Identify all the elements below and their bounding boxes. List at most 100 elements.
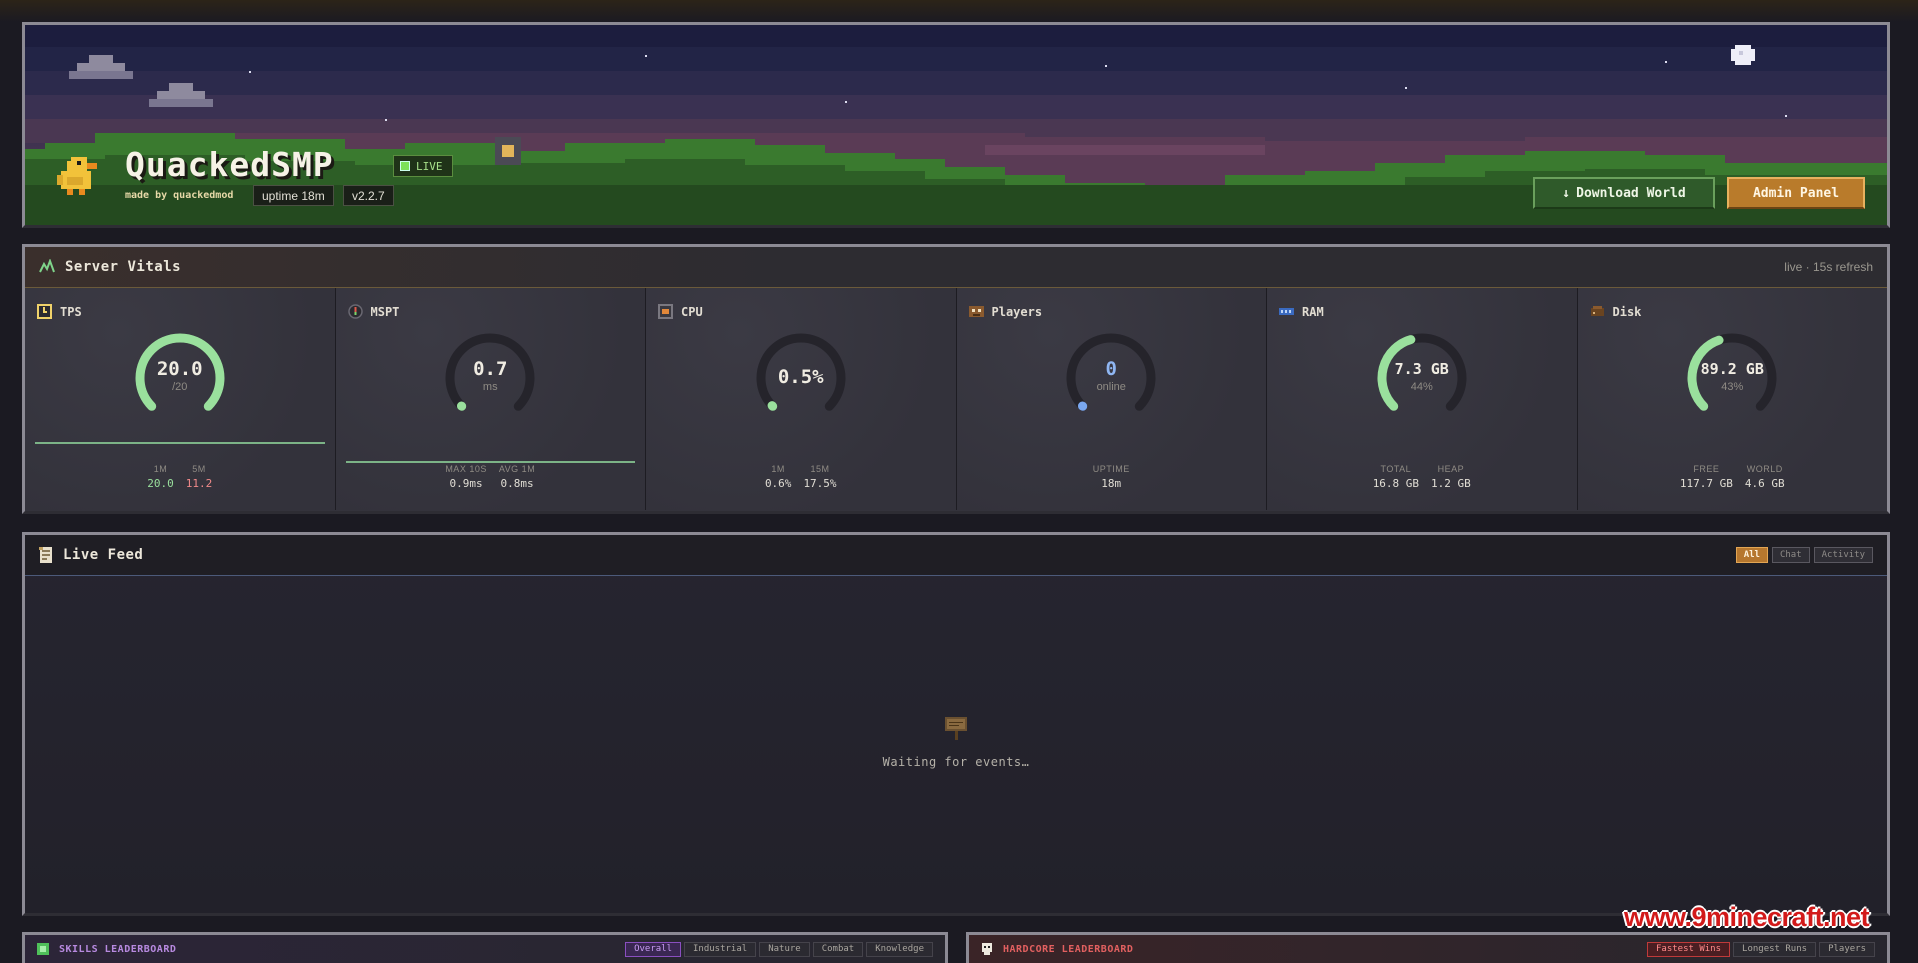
download-arrow-icon: ↓ [1562, 185, 1571, 201]
gauge-value-players: 0 [1105, 358, 1117, 380]
vital-card-players: Players 0 online UPTIME 18m [956, 288, 1267, 510]
stats-mspt: MAX 10S 0.9ms AVG 1M 0.8ms [336, 464, 646, 490]
feed-filters: All Chat Activity [1735, 547, 1873, 563]
hardcore-leaderboard-panel: HARDCORE LEADERBOARD Fastest Wins Longes… [966, 932, 1890, 963]
skills-leaderboard-title: SKILLS LEADERBOARD [59, 943, 177, 955]
hardcore-tab-players[interactable]: Players [1819, 941, 1875, 957]
gauge-sub-players: online [1096, 381, 1126, 393]
vital-label-tps: TPS [37, 304, 82, 319]
feed-scroll-icon [39, 547, 52, 563]
live-feed-panel: Live Feed All Chat Activity Waiting for … [22, 532, 1890, 916]
signpost-icon [945, 717, 967, 740]
admin-panel-button[interactable]: Admin Panel [1727, 177, 1865, 209]
gauge-value-tps: 20.0 [156, 358, 203, 380]
skills-gem-icon [37, 943, 49, 955]
gauge-value-mspt: 0.7 [473, 358, 508, 380]
gauge-sub-mspt: ms [482, 381, 498, 393]
hardcore-leaderboard-tabs: Fastest Wins Longest Runs Players [1647, 941, 1875, 957]
vitals-pulse-icon [39, 259, 55, 273]
stat-ram-heap: HEAP 1.2 GB [1431, 464, 1471, 490]
gauge-value-ram: 7.3 GB [1394, 360, 1449, 378]
vital-card-tps: TPS 20.0 /20 1M 20.0 5M 11.2 [25, 288, 336, 510]
stats-players: UPTIME 18m [957, 464, 1267, 490]
server-vitals-panel: Server Vitals live · 15s refresh TPS 20.… [22, 244, 1890, 514]
vital-label-cpu: CPU [658, 304, 703, 319]
vitals-grid: TPS 20.0 /20 1M 20.0 5M 11.2 MSPT 0.7 ms… [25, 288, 1887, 510]
gauge-disk [1687, 333, 1777, 411]
gauge-value-cpu: 0.5% [777, 366, 824, 388]
hero-banner: QuackedSMP LIVE made by quackedmod uptim… [22, 22, 1890, 228]
stats-disk: FREE 117.7 GB WORLD 4.6 GB [1578, 464, 1888, 490]
gauge-sub-disk: 43% [1721, 381, 1744, 393]
vitals-refresh-meta: live · 15s refresh [1784, 260, 1873, 274]
skills-tab-knowledge[interactable]: Knowledge [866, 941, 933, 957]
feed-empty-text: Waiting for events… [882, 755, 1030, 769]
stat-disk-free: FREE 117.7 GB [1679, 464, 1733, 490]
hardcore-tab-fastest-wins[interactable]: Fastest Wins [1647, 941, 1731, 957]
players-icon [968, 304, 984, 319]
gauge-value-disk: 89.2 GB [1700, 360, 1764, 378]
stat-mspt-max: MAX 10S 0.9ms [445, 464, 487, 490]
vital-label-players: Players [968, 304, 1042, 319]
vital-label-mspt: MSPT [347, 304, 399, 319]
server-vitals-title: Server Vitals [65, 259, 182, 275]
stat-tps-1m: 1M 20.0 [147, 464, 174, 490]
lantern-icon [495, 137, 521, 165]
gauge-icon [347, 304, 363, 319]
live-indicator-icon [400, 161, 410, 171]
cpu-icon [658, 304, 673, 319]
stat-tps-5m: 5M 11.2 [185, 464, 213, 490]
server-name: QuackedSMP [125, 145, 334, 184]
watermark-text: www.9minecraft.net [1624, 902, 1870, 932]
vital-card-mspt: MSPT 0.7 ms MAX 10S 0.9ms AVG 1M 0.8ms [335, 288, 646, 510]
gauge-sub-ram: 44% [1410, 381, 1433, 393]
stat-disk-world: WORLD 4.6 GB [1744, 464, 1785, 490]
ram-icon [1279, 304, 1294, 319]
hardcore-tab-longest-runs[interactable]: Longest Runs [1733, 941, 1817, 957]
stat-players-uptime: UPTIME 18m [1092, 464, 1130, 490]
feed-filter-chat[interactable]: Chat [1771, 547, 1810, 563]
feed-filter-activity[interactable]: Activity [1813, 547, 1873, 563]
live-label: LIVE [416, 159, 443, 173]
gauge-ram [1377, 333, 1467, 411]
gauge-sub-tps: /20 [172, 381, 188, 393]
feed-empty-state: Waiting for events… [25, 715, 1887, 769]
download-world-button[interactable]: ↓ Download World [1533, 177, 1715, 209]
vital-card-ram: RAM 7.3 GB 44% TOTAL 16.8 GB HEAP 1.2 GB [1267, 288, 1578, 510]
stat-mspt-avg: AVG 1M 0.8ms [498, 464, 536, 490]
skills-tab-combat[interactable]: Combat [812, 941, 864, 957]
version-chip: v2.2.7 [343, 185, 394, 206]
feed-filter-all[interactable]: All [1735, 547, 1768, 563]
disk-icon [1590, 304, 1605, 319]
tps-sparkline [35, 442, 325, 444]
skills-tab-overall[interactable]: Overall [625, 941, 681, 957]
skills-tab-industrial[interactable]: Industrial [684, 941, 757, 957]
live-feed-title: Live Feed [63, 547, 144, 563]
live-status-badge: LIVE [393, 155, 453, 177]
download-world-label: Download World [1576, 185, 1686, 201]
window-top-strip [0, 0, 1918, 22]
vital-label-ram: RAM [1279, 304, 1324, 319]
stat-cpu-1m: 1M 0.6% [764, 464, 792, 490]
stat-ram-total: TOTAL 16.8 GB [1372, 464, 1420, 490]
stat-cpu-15m: 15M 17.5% [803, 464, 837, 490]
vital-card-cpu: CPU 0.5% 1M 0.6% 15M 17.5% [646, 288, 957, 510]
stats-tps: 1M 20.0 5M 11.2 [25, 464, 335, 490]
clock-icon [37, 304, 52, 319]
hardcore-leaderboard-header: HARDCORE LEADERBOARD Fastest Wins Longes… [969, 935, 1887, 963]
stats-cpu: 1M 0.6% 15M 17.5% [646, 464, 956, 490]
uptime-chip: uptime 18m [253, 185, 334, 206]
skills-leaderboard-tabs: Overall Industrial Nature Combat Knowled… [625, 941, 933, 957]
skills-tab-nature[interactable]: Nature [759, 941, 810, 957]
skills-leaderboard-panel: SKILLS LEADERBOARD Overall Industrial Na… [22, 932, 948, 963]
mspt-sparkline [345, 461, 635, 463]
vital-label-disk: Disk [1590, 304, 1641, 319]
skull-icon [982, 943, 992, 955]
live-feed-header: Live Feed All Chat Activity [25, 535, 1887, 576]
made-by-credit: made by quackedmod [125, 190, 234, 201]
duck-logo-icon [57, 157, 97, 195]
vital-card-disk: Disk 89.2 GB 43% FREE 117.7 GB WORLD 4.6 G… [1577, 288, 1888, 510]
hardcore-leaderboard-title: HARDCORE LEADERBOARD [1003, 943, 1134, 955]
server-vitals-header: Server Vitals live · 15s refresh [25, 247, 1887, 288]
skills-leaderboard-header: SKILLS LEADERBOARD Overall Industrial Na… [25, 935, 945, 963]
